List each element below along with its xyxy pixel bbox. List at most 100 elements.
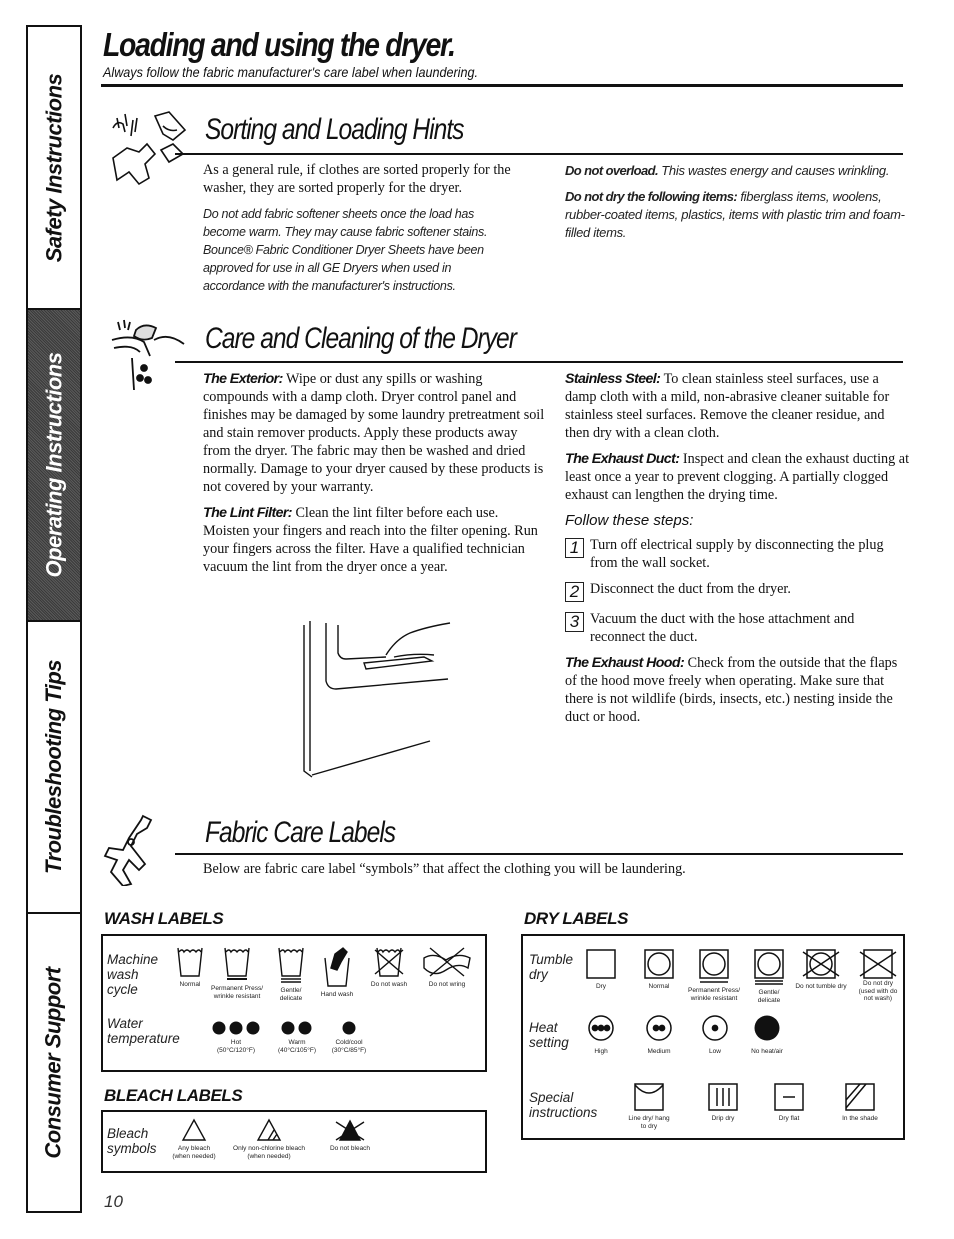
garment-icon (103, 814, 153, 886)
step-number: 1 (565, 538, 584, 558)
lint-filter-lead: The Lint Filter: (203, 505, 293, 521)
overload-text: This wastes energy and causes wrinkling. (657, 163, 890, 178)
water-temperature-row-label: Water temperature (107, 1016, 180, 1046)
square-circle-icon (644, 949, 674, 979)
sorting-intro: As a general rule, if clothes are sorted… (203, 162, 511, 196)
two-dots-icon (281, 1021, 312, 1035)
heat-low-symbol: Low (693, 1014, 737, 1056)
tumble-caption: Do not tumble dry (795, 983, 847, 990)
follow-steps-heading: Follow these steps: (565, 512, 694, 529)
no-dry-lead: Do not dry the following items: (565, 189, 738, 204)
tumble-caption: Permanent Press/ wrinkle resistant (687, 987, 741, 1002)
temp-cold-symbol: Cold/cool (30°C/85°F) (329, 1020, 369, 1054)
section-divider (175, 361, 903, 363)
tumble-caption: Gentle/ delicate (757, 989, 781, 1004)
wash-cycle-caption: Do not wring (428, 981, 466, 988)
one-dot-icon (342, 1021, 356, 1035)
heat-caption: Low (709, 1048, 721, 1055)
side-tab-label: Consumer Support (41, 966, 67, 1159)
bleach-labels-box: Bleach symbols Any bleach (when needed) … (101, 1110, 487, 1173)
temp-name: Warm (288, 1039, 306, 1046)
exterior-lead: The Exterior: (203, 371, 283, 387)
step-number: 2 (565, 582, 584, 602)
tumble-normal-symbol: Normal (637, 948, 681, 991)
temp-name: Hot (230, 1039, 242, 1046)
special-caption: Line dry/ hang to dry (628, 1115, 670, 1130)
circle-three-dots-icon (588, 1015, 614, 1041)
temp-hot-symbol: Hot (50°C/120°F) (211, 1020, 261, 1054)
special-instructions-row-label: Special instructions (529, 1090, 598, 1120)
sorting-right-column: Do not overload. This wastes energy and … (565, 162, 905, 242)
tumble-caption: Normal (648, 983, 670, 990)
heat-medium-symbol: Medium (637, 1014, 681, 1056)
temp-warm-symbol: Warm (40°C/105°F) (277, 1020, 317, 1054)
machine-wash-row-label: Machine wash cycle (107, 952, 159, 997)
temp-caption: Cold/cool (30°C/85°F) (332, 1039, 366, 1054)
wash-cycle-caption: Do not wash (370, 981, 408, 988)
heat-setting-row-label: Heat setting (529, 1020, 569, 1050)
heat-no-heat-symbol: No heat/air (745, 1014, 789, 1056)
wash-hand-symbol: Hand wash (315, 946, 359, 999)
wring-crossed-icon (423, 947, 471, 977)
temp-caption: Warm (40°C/105°F) (278, 1039, 316, 1054)
washtub-crossed-icon (374, 947, 404, 977)
temp-name: Cold/cool (335, 1039, 363, 1046)
side-tab-safety-instructions[interactable]: Safety Instructions (28, 27, 80, 310)
page-title: Loading and using the dryer. (103, 26, 456, 63)
heat-caption: Medium (647, 1048, 671, 1055)
side-tab-troubleshooting-tips[interactable]: Troubleshooting Tips (28, 622, 80, 914)
wash-cycle-caption: Hand wash (320, 991, 354, 998)
washtub-two-bars-icon (278, 947, 304, 983)
care-left-column: The Exterior: Wipe or dust any spills or… (203, 370, 548, 584)
washtub-one-bar-icon (224, 947, 250, 980)
temp-caption: Hot (50°C/120°F) (217, 1039, 255, 1054)
bleach-caption: Do not bleach (329, 1145, 371, 1152)
care-right-column: Stainless Steel: To clean stainless stee… (565, 370, 910, 734)
section-title-fabric: Fabric Care Labels (205, 816, 396, 849)
side-tab-operating-instructions[interactable]: Operating Instructions (28, 310, 80, 622)
tumble-gentle-symbol: Gentle/ delicate (747, 948, 791, 1004)
wash-cycle-caption: Normal (179, 981, 201, 988)
exterior-text: Wipe or dust any spills or washing compo… (203, 371, 545, 495)
wash-normal-symbol: Normal (169, 946, 211, 989)
square-circle-two-bars-icon (754, 949, 784, 985)
triangle-icon (181, 1118, 207, 1141)
square-curve-icon (634, 1083, 664, 1111)
bleach-labels-heading: BLEACH LABELS (104, 1086, 243, 1105)
dry-labels-heading: DRY LABELS (524, 909, 629, 928)
dry-flat-symbol: Dry flat (769, 1082, 809, 1123)
heat-high-symbol: High (581, 1014, 621, 1056)
side-tab-label: Safety Instructions (41, 73, 67, 262)
wash-labels-heading: WASH LABELS (104, 909, 224, 928)
dry-labels-box: Tumble dry Dry Normal Permanent Press/ w… (521, 934, 905, 1140)
line-dry-symbol: Line dry/ hang to dry (625, 1082, 673, 1130)
crossed-square-icon (859, 949, 897, 979)
hand-wash-icon (324, 947, 350, 987)
softener-note: Do not add fabric softener sheets once t… (203, 207, 488, 293)
circle-two-dots-icon (646, 1015, 672, 1041)
square-three-lines-icon (708, 1083, 738, 1111)
crossed-square-circle-icon (802, 949, 840, 979)
section-divider (175, 153, 903, 155)
temp-range: (30°C/85°F) (331, 1046, 367, 1054)
tumble-dry-row-label: Tumble dry (529, 952, 574, 982)
filled-circle-icon (754, 1015, 780, 1041)
page-number: 10 (104, 1192, 123, 1211)
wash-labels-box: Machine wash cycle Normal Permanent Pres… (101, 934, 487, 1072)
tumble-caption: Dry (595, 983, 607, 990)
special-caption: Drip dry (711, 1115, 735, 1122)
section-title-sorting: Sorting and Loading Hints (205, 113, 464, 146)
side-tab-consumer-support[interactable]: Consumer Support (28, 914, 80, 1211)
wash-cycle-caption: Permanent Press/ wrinkle resistant (210, 985, 264, 1000)
heat-caption: High (594, 1048, 608, 1055)
step-number: 3 (565, 612, 584, 632)
step-text: Disconnect the duct from the dryer. (590, 581, 791, 597)
exhaust-hood-lead: The Exhaust Hood: (565, 655, 685, 671)
non-chlorine-bleach-symbol: Only non-chlorine bleach (when needed) (229, 1118, 309, 1160)
exhaust-duct-lead: The Exhaust Duct: (565, 451, 680, 467)
do-not-wring-symbol: Do not wring (419, 946, 475, 989)
section-title-care: Care and Cleaning of the Dryer (205, 322, 517, 355)
overload-lead: Do not overload. (565, 163, 659, 178)
side-tab-label: Troubleshooting Tips (41, 659, 67, 875)
step-item: 2 Disconnect the duct from the dryer. (565, 580, 910, 602)
